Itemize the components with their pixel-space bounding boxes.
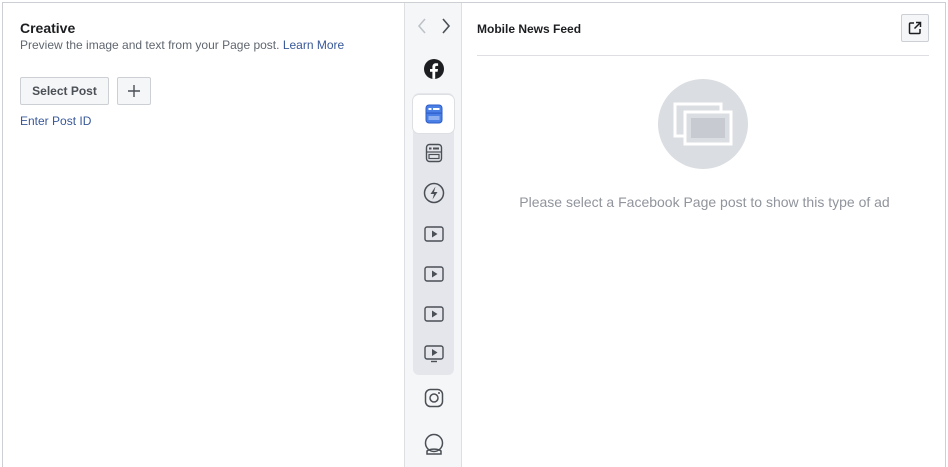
desktop-news-feed-icon <box>425 143 442 163</box>
creative-subtitle: Preview the image and text from your Pag… <box>20 38 344 52</box>
video-icon <box>423 345 444 363</box>
video-icon <box>423 306 444 322</box>
placement-video-3[interactable] <box>413 295 454 333</box>
placement-instagram[interactable] <box>413 379 454 417</box>
empty-preview-message: Please select a Facebook Page post to sh… <box>519 194 890 210</box>
placement-messenger[interactable] <box>413 425 454 463</box>
placement-mobile-news-feed[interactable] <box>413 95 454 133</box>
creative-subtitle-text: Preview the image and text from your Pag… <box>20 38 280 52</box>
placement-video-4[interactable] <box>413 335 454 373</box>
messenger-icon <box>424 433 443 455</box>
placement-video-2[interactable] <box>413 255 454 293</box>
placement-facebook[interactable] <box>413 50 454 88</box>
preview-panel: Mobile News Feed Please select a Faceboo… <box>462 3 947 467</box>
chevron-right-icon <box>442 18 451 34</box>
ad-preview-frame: Creative Preview the image and text from… <box>2 2 946 467</box>
instagram-icon <box>424 388 443 408</box>
creative-panel: Creative Preview the image and text from… <box>3 3 404 467</box>
enter-post-id-link[interactable]: Enter Post ID <box>20 114 91 128</box>
facebook-icon <box>423 59 444 79</box>
placement-video-1[interactable] <box>413 215 454 253</box>
add-post-button[interactable] <box>117 77 151 105</box>
preview-divider <box>477 55 929 56</box>
select-post-button[interactable]: Select Post <box>20 77 109 105</box>
previous-placement-button[interactable] <box>413 16 431 36</box>
placement-nav <box>413 16 455 36</box>
image-stack-icon <box>673 102 733 146</box>
placement-rail <box>404 3 462 467</box>
empty-preview-illustration <box>658 79 748 169</box>
video-icon <box>423 266 444 282</box>
video-icon <box>423 226 444 242</box>
placement-desktop-news-feed[interactable] <box>413 134 454 172</box>
next-placement-button[interactable] <box>437 16 455 36</box>
creative-title: Creative <box>20 20 76 36</box>
placement-instant-articles[interactable] <box>413 174 454 212</box>
open-preview-external-button[interactable] <box>901 14 929 42</box>
mobile-news-feed-icon <box>425 104 442 124</box>
chevron-left-icon <box>417 18 426 34</box>
external-link-icon <box>908 21 922 35</box>
plus-icon <box>128 85 140 97</box>
instant-articles-icon <box>423 182 444 204</box>
preview-title: Mobile News Feed <box>477 22 582 36</box>
learn-more-link[interactable]: Learn More <box>283 38 344 52</box>
